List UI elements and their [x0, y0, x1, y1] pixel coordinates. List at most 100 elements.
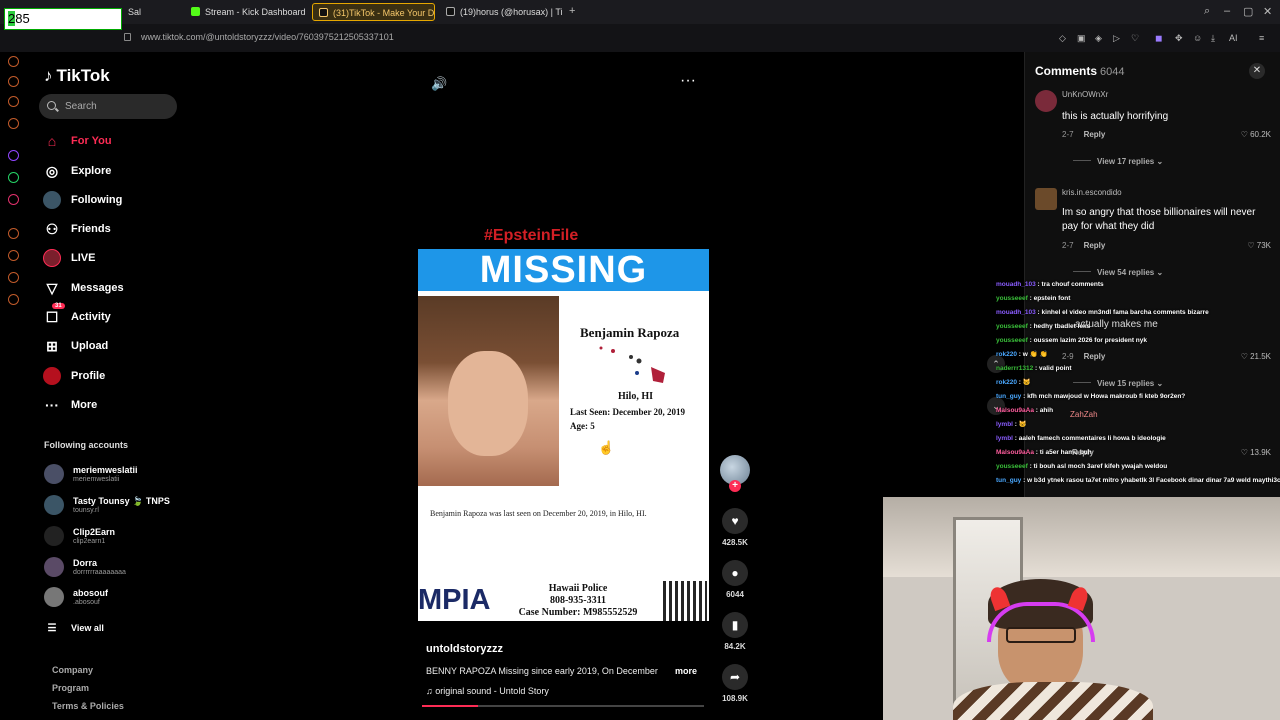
menu-icon[interactable]: ≡ [1259, 33, 1264, 43]
progress-fill [422, 705, 479, 707]
tab-horus[interactable]: (19)horus (@horusax) | Ti [440, 3, 562, 21]
chat-username: yousseeef [996, 337, 1028, 344]
rail-icon[interactable] [8, 96, 19, 107]
avatar[interactable] [1035, 188, 1057, 210]
bookmark-icon[interactable]: ◇ [1059, 33, 1066, 44]
play-icon[interactable]: ▷ [1113, 33, 1120, 44]
avatar [44, 526, 64, 546]
profile-icon [43, 367, 61, 385]
rail-icon[interactable] [8, 56, 19, 67]
minimize-icon[interactable]: – [1224, 5, 1230, 17]
follow-button[interactable]: + [729, 480, 741, 492]
search-icon[interactable]: ⌕ [1204, 5, 1210, 18]
comment-button[interactable]: ● 6044 [720, 560, 750, 599]
volume-icon[interactable]: 🔊 [431, 76, 447, 92]
share-button[interactable]: ➦ 108.9K [720, 664, 750, 703]
rail-icon[interactable] [8, 118, 19, 129]
video-player[interactable]: MISSING Benjamin Rapoza Hilo, HI Last Se… [418, 249, 709, 621]
description-more-button[interactable]: more [675, 666, 697, 676]
nav-upload[interactable]: ⊞ Upload [43, 335, 108, 357]
video-sound[interactable]: ♫ original sound - Untold Story [426, 686, 549, 696]
settings-icon[interactable] [8, 294, 19, 305]
ai-button[interactable]: AI [1229, 33, 1238, 43]
comment-meta: 2-7 Reply [1062, 241, 1105, 250]
comment-user[interactable]: UnKnOWnXr [1062, 90, 1108, 99]
footer-company[interactable]: Company [52, 665, 93, 675]
chat-message: yousseeef : epstein font [996, 292, 1280, 306]
history-icon[interactable] [8, 250, 19, 261]
account-item[interactable]: Clip2Earn clip2earn1 [44, 526, 115, 546]
nav-explore[interactable]: ◎ Explore [43, 160, 111, 182]
url-field[interactable]: www.tiktok.com/@untoldstoryzzz/video/760… [141, 32, 394, 42]
comment-user[interactable]: kris.in.escondido [1062, 188, 1122, 197]
profile-icon[interactable]: ☺ [1193, 33, 1202, 43]
nav-label: For You [71, 135, 112, 147]
close-icon[interactable]: ✕ [1249, 63, 1265, 79]
screenshot-icon[interactable]: ▣ [1077, 33, 1086, 44]
nav-for-you[interactable]: ⌂ For You [43, 130, 112, 152]
new-tab-button[interactable]: + [569, 5, 575, 17]
chat-username: mouadh_103 [996, 309, 1036, 316]
tiktok-icon [319, 8, 328, 17]
tab-tiktok-active[interactable]: (31)TikTok - Make Your D [312, 3, 435, 21]
nav-more[interactable]: ··· More [43, 394, 97, 416]
comments-count: 6044 [1100, 66, 1125, 78]
comment-like[interactable]: ♡ 73K [1247, 241, 1271, 250]
tab-kick-dashboard[interactable]: Stream - Kick Dashboard [185, 3, 307, 21]
stream-chat-overlay: mouadh_103 : tra chouf comments yousseeef… [996, 278, 1280, 488]
nav-following[interactable]: Following [43, 189, 122, 211]
rail-icon[interactable] [8, 228, 19, 239]
viewer-counter-overlay: 285 [4, 8, 122, 30]
nav-activity[interactable]: ☐ 31 Activity [43, 303, 111, 328]
footer-terms[interactable]: Terms & Policies [52, 701, 124, 711]
shield-icon[interactable]: ◈ [1095, 33, 1102, 44]
save-count: 84.2K [724, 642, 746, 651]
view-all-link[interactable]: ☰ View all [43, 617, 104, 639]
nav-messages[interactable]: ▽ Messages [43, 277, 124, 299]
save-button[interactable]: ▮ 84.2K [720, 612, 750, 651]
nav-label: Upload [71, 340, 109, 352]
view-replies-button[interactable]: View 17 replies ⌄ [1073, 157, 1163, 166]
heart-icon[interactable]: ♡ [1131, 33, 1139, 44]
chat-text: hedhy tbadlet leks [1033, 323, 1091, 330]
rail-icon[interactable] [8, 272, 19, 283]
chat-text: kfh mch mawjoud w Howa makroub fi kteb 9… [1027, 393, 1186, 400]
nav-friends[interactable]: ⚇ Friends [43, 218, 111, 240]
chat-message: tun_guy : w b3d ytnek rasou ta7et mitro … [996, 474, 1280, 488]
friends-icon: ⚇ [45, 220, 59, 237]
account-item[interactable]: Dorra dorrrrrraaaaaaaa [44, 557, 126, 577]
maximize-icon[interactable]: ▢ [1243, 5, 1253, 18]
whatsapp-icon[interactable] [8, 172, 19, 183]
chat-username: Malsou9aAa [996, 407, 1034, 414]
more-options-icon[interactable]: ··· [680, 72, 696, 90]
footer-program[interactable]: Program [52, 683, 89, 693]
twitch-extension-icon[interactable]: ◼ [1155, 33, 1162, 44]
tiktok-logo[interactable]: ♪ TikTok [44, 66, 110, 86]
tab-label: (19)horus (@horusax) | Ti [460, 7, 562, 17]
search-input[interactable]: Search [39, 94, 177, 119]
reply-button[interactable]: Reply [1084, 241, 1106, 250]
instagram-icon[interactable] [8, 194, 19, 205]
close-window-icon[interactable]: ✕ [1263, 5, 1272, 18]
account-item[interactable]: meriemweslatii meriemweslatii [44, 464, 138, 484]
download-icon[interactable]: ⤓ [1211, 33, 1215, 44]
nav-profile[interactable]: Profile [43, 365, 105, 387]
reply-button[interactable]: Reply [1084, 130, 1106, 139]
tab-label: (31)TikTok - Make Your D [333, 8, 435, 18]
tab-sal[interactable]: Sal [122, 3, 180, 21]
video-progress-bar[interactable] [422, 705, 704, 707]
twitch-icon[interactable] [8, 150, 19, 161]
chat-username: yousseeef [996, 323, 1028, 330]
extensions-icon[interactable]: ✥ [1175, 33, 1183, 44]
account-item[interactable]: Tasty Tounsy 🍃 TNPS tounsy.rl [44, 495, 170, 515]
video-author[interactable]: untoldstoryzzz [426, 643, 503, 655]
view-replies-button[interactable]: View 54 replies ⌄ [1073, 268, 1163, 277]
hawaii-map-icon [599, 346, 665, 383]
account-item[interactable]: abosouf .abosouf [44, 587, 108, 607]
nav-live[interactable]: LIVE [43, 247, 95, 269]
comment-like[interactable]: ♡ 60.2K [1241, 130, 1271, 139]
like-button[interactable]: ♥ 428.5K [720, 508, 750, 547]
avatar[interactable] [1035, 90, 1057, 112]
chat-text: tra chouf comments [1041, 281, 1104, 288]
rail-icon[interactable] [8, 76, 19, 87]
